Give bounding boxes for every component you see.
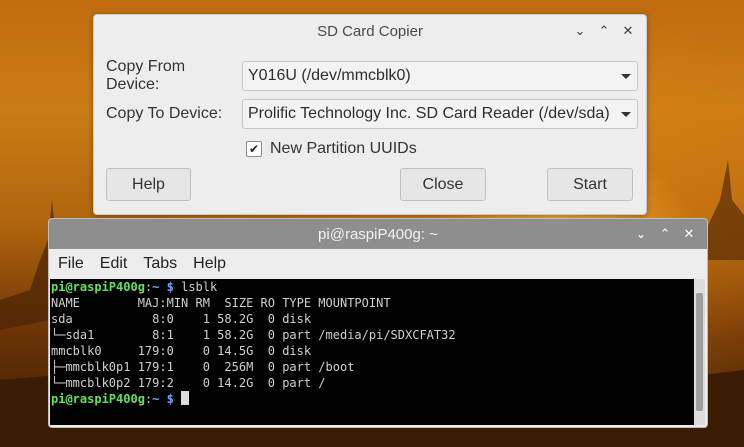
copy-from-label: Copy From Device: [106,58,186,93]
new-partition-uuids-checkbox[interactable]: ✔ [246,141,262,157]
help-button[interactable]: Help [106,168,191,201]
menu-edit[interactable]: Edit [100,255,128,273]
terminal-scrollbar[interactable] [694,279,705,425]
output-line: mmcblk0 179:0 0 14.5G 0 disk [51,344,312,358]
dropdown-arrow-icon [621,73,631,79]
terminal-output[interactable]: pi@raspiP400g:~ $ lsblk NAME MAJ:MIN RM S… [50,279,694,425]
command-text: lsblk [181,280,218,294]
command-line: pi@raspiP400g:~ $ lsblk [51,279,694,295]
menu-tabs[interactable]: Tabs [143,255,177,273]
output-line: └─mmcblk0p2 179:2 0 14.2G 0 part / [51,376,326,390]
menu-help[interactable]: Help [193,255,226,273]
chevron-up-icon[interactable]: ⌃ [594,22,614,40]
chevron-down-icon[interactable]: ⌄ [570,22,590,40]
output-line: sda 8:0 1 58.2G 0 disk [51,312,312,326]
copy-from-value: Y016U (/dev/mmcblk0) [248,67,411,84]
close-icon[interactable]: ✕ [618,22,638,40]
prompt-user: pi@raspiP400g [51,392,145,406]
terminal-title: pi@raspiP400g: ~ [318,225,438,243]
chevron-up-icon[interactable]: ⌃ [655,225,675,243]
dialog-title: SD Card Copier [317,22,423,40]
prompt-path: ~ [152,392,160,406]
close-icon[interactable]: ✕ [679,225,699,243]
prompt-user: pi@raspiP400g [51,280,145,294]
scrollbar-thumb[interactable] [696,293,703,411]
terminal-window: pi@raspiP400g: ~ ⌄ ⌃ ✕ File Edit Tabs He… [48,218,708,428]
new-partition-uuids-label: New Partition UUIDs [270,140,417,157]
prompt-line: pi@raspiP400g:~ $ [51,391,694,407]
copy-to-value: Prolific Technology Inc. SD Card Reader … [248,105,610,122]
prompt-char: $ [166,392,174,406]
prompt-char: $ [166,280,174,294]
output-line: ├─mmcblk0p1 179:1 0 256M 0 part /boot [51,360,355,374]
sd-card-copier-dialog: SD Card Copier ⌄ ⌃ ✕ Copy From Device: Y… [93,14,647,215]
prompt-path: ~ [152,280,160,294]
copy-to-label: Copy To Device: [106,105,223,122]
start-button[interactable]: Start [547,168,633,201]
text-cursor [181,391,190,405]
dialog-titlebar[interactable]: SD Card Copier ⌄ ⌃ ✕ [94,15,646,47]
chevron-down-icon[interactable]: ⌄ [631,225,651,243]
copy-from-row: Copy From Device: Y016U (/dev/mmcblk0) [106,58,638,94]
output-line: └─sda1 8:1 1 58.2G 0 part /media/pi/SDXC… [51,328,456,342]
copy-to-select[interactable]: Prolific Technology Inc. SD Card Reader … [242,99,638,129]
copy-to-row: Copy To Device: Prolific Technology Inc.… [106,99,638,129]
terminal-menubar: File Edit Tabs Help [49,249,707,279]
new-partition-uuids-option[interactable]: ✔ New Partition UUIDs [246,140,417,158]
close-button[interactable]: Close [400,168,486,201]
terminal-titlebar[interactable]: pi@raspiP400g: ~ ⌄ ⌃ ✕ [49,219,707,249]
output-line: NAME MAJ:MIN RM SIZE RO TYPE MOUNTPOINT [51,296,391,310]
dropdown-arrow-icon [621,111,631,117]
copy-from-select[interactable]: Y016U (/dev/mmcblk0) [242,61,638,91]
menu-file[interactable]: File [58,255,84,273]
